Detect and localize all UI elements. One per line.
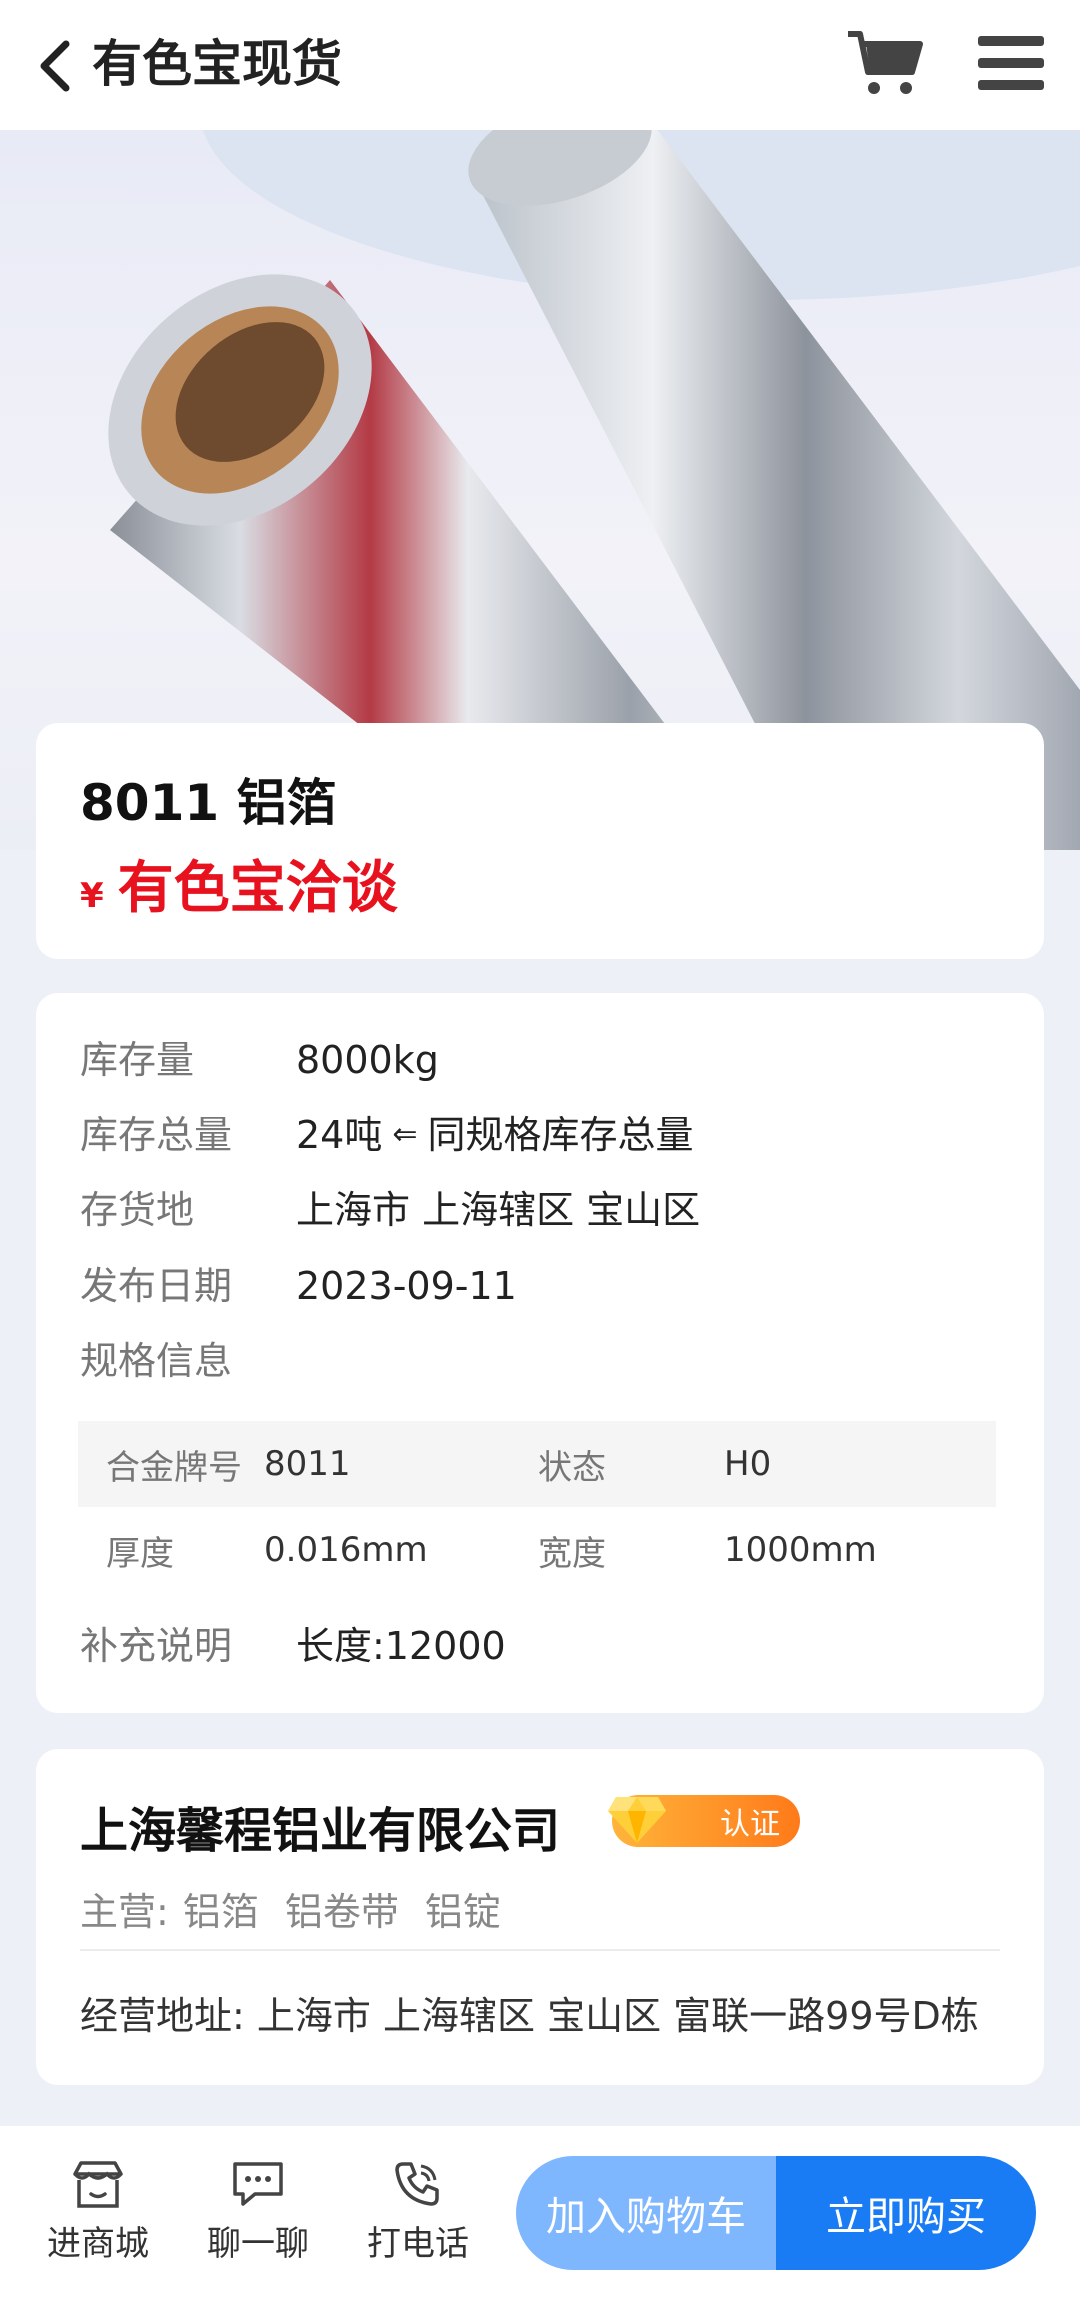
stock-value: 8000kg bbox=[296, 1038, 439, 1082]
address-value: 上海市 上海辖区 宝山区 富联一路99号D栋 bbox=[256, 1994, 979, 2038]
table-row: 合金牌号 8011 状态 H0 bbox=[78, 1421, 996, 1507]
price-row: ¥ 有色宝洽谈 bbox=[80, 843, 398, 924]
product-title-card: 8011 铝箔 ¥ 有色宝洽谈 bbox=[36, 723, 1044, 959]
add-to-cart-button[interactable]: 加入购物车 bbox=[516, 2156, 776, 2270]
main-business-item: 铝卷带 bbox=[284, 1890, 399, 1934]
phone-icon bbox=[395, 2162, 439, 2206]
spec-value: H0 bbox=[724, 1444, 772, 1484]
chat-label: 聊一聊 bbox=[207, 2224, 309, 2264]
location-label: 存货地 bbox=[80, 1188, 195, 1232]
chevron-left-icon[interactable] bbox=[34, 38, 74, 94]
publish-date-row: 发布日期 2023-09-11 bbox=[80, 1261, 517, 1311]
spec-value: 8011 bbox=[264, 1444, 351, 1484]
shop-button[interactable]: 进商城 bbox=[28, 2160, 168, 2265]
chat-icon bbox=[233, 2162, 283, 2206]
total-stock-value: 24吨 bbox=[296, 1113, 383, 1157]
cart-icon[interactable] bbox=[846, 28, 926, 98]
main-business-item: 铝锭 bbox=[424, 1890, 501, 1934]
spec-info-label: 规格信息 bbox=[80, 1339, 233, 1383]
address-label: 经营地址: bbox=[80, 1994, 245, 2038]
menu-icon[interactable] bbox=[978, 34, 1044, 92]
product-name: 8011 铝箔 bbox=[80, 774, 337, 832]
stock-row: 库存量 8000kg bbox=[80, 1035, 439, 1085]
extra-note-label: 补充说明 bbox=[80, 1624, 233, 1668]
certified-label: 认证 bbox=[720, 1807, 780, 1842]
diamond-icon bbox=[608, 1797, 666, 1843]
stock-label: 库存量 bbox=[80, 1038, 195, 1082]
spec-value: 1000mm bbox=[724, 1530, 877, 1570]
publish-date-value: 2023-09-11 bbox=[296, 1264, 517, 1308]
buy-now-button[interactable]: 立即购买 bbox=[776, 2156, 1036, 2270]
spec-table: 合金牌号 8011 状态 H0 厚度 0.016mm 宽度 1000mm bbox=[78, 1421, 996, 1593]
total-stock-note[interactable]: 同规格库存总量 bbox=[428, 1110, 694, 1160]
call-label: 打电话 bbox=[367, 2224, 469, 2264]
price-symbol: ¥ bbox=[80, 876, 104, 916]
double-arrow-left-icon: ⇐ bbox=[392, 1117, 418, 1152]
location-row: 存货地 上海市 上海辖区 宝山区 bbox=[80, 1185, 700, 1235]
spec-info-row: 规格信息 bbox=[80, 1336, 296, 1386]
spec-key: 宽度 bbox=[538, 1533, 606, 1574]
publish-date-label: 发布日期 bbox=[80, 1264, 233, 1308]
main-business-label: 主营: bbox=[80, 1890, 169, 1934]
certified-badge: 认证 bbox=[608, 1795, 800, 1847]
main-business: 主营: 铝箔 铝卷带 铝锭 bbox=[80, 1881, 527, 1936]
divider bbox=[80, 1949, 1000, 1951]
page-title: 有色宝现货 bbox=[92, 35, 342, 93]
company-name[interactable]: 上海馨程铝业有限公司 bbox=[80, 1791, 560, 1861]
spec-key: 状态 bbox=[538, 1447, 606, 1488]
chat-button[interactable]: 聊一聊 bbox=[188, 2160, 328, 2265]
main-business-item: 铝箔 bbox=[182, 1890, 259, 1934]
spec-value: 0.016mm bbox=[264, 1530, 428, 1570]
company-address: 经营地址: 上海市 上海辖区 宝山区 富联一路99号D栋 bbox=[80, 1985, 1000, 2040]
total-stock-row: 库存总量 24吨 ⇐ 同规格库存总量 bbox=[80, 1110, 694, 1160]
extra-note-value: 长度:12000 bbox=[296, 1624, 506, 1668]
location-value: 上海市 上海辖区 宝山区 bbox=[296, 1188, 701, 1232]
spec-key: 厚度 bbox=[106, 1533, 174, 1574]
product-info-card: 库存量 8000kg 库存总量 24吨 ⇐ 同规格库存总量 存货地 上海市 上海… bbox=[36, 993, 1044, 1713]
table-row: 厚度 0.016mm 宽度 1000mm bbox=[78, 1507, 996, 1593]
shop-label: 进商城 bbox=[47, 2224, 149, 2264]
store-icon bbox=[73, 2161, 123, 2208]
purchase-buttons: 加入购物车 立即购买 bbox=[516, 2156, 1036, 2270]
total-stock-label: 库存总量 bbox=[80, 1113, 233, 1157]
spec-key: 合金牌号 bbox=[106, 1447, 242, 1488]
company-card[interactable]: 上海馨程铝业有限公司 认证 主营: 铝箔 铝卷带 铝锭 经营地址: 上海市 上海… bbox=[36, 1749, 1044, 2085]
bottom-action-bar: 进商城 聊一聊 打电话 加入购物车 立即购买 bbox=[0, 2126, 1080, 2300]
call-button[interactable]: 打电话 bbox=[348, 2160, 488, 2265]
price-negotiable: 有色宝洽谈 bbox=[117, 856, 398, 921]
extra-note-row: 补充说明 长度:12000 bbox=[80, 1621, 506, 1671]
top-header: 有色宝现货 bbox=[0, 0, 1080, 130]
